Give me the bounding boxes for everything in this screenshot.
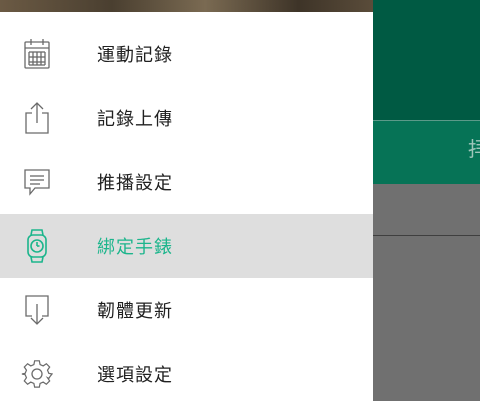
navigation-drawer: 運動記錄 記錄上傳 推播設定 綁定手錶 韌體更新 選項設定 — [0, 0, 373, 401]
download-icon — [20, 293, 54, 327]
tab-label-fragment: 拝 — [468, 137, 480, 161]
menu-item-option-settings[interactable]: 選項設定 — [0, 342, 373, 401]
menu-item-label: 推播設定 — [97, 173, 173, 194]
watch-icon — [20, 229, 54, 263]
menu-item-label: 運動記錄 — [97, 45, 173, 66]
drawer-header-image — [0, 0, 373, 12]
menu-item-label: 綁定手錶 — [97, 237, 173, 258]
gear-icon — [20, 357, 54, 391]
menu-item-bind-watch[interactable]: 綁定手錶 — [0, 214, 373, 278]
screen: 拝 運動記錄 記錄上傳 推播設定 綁定手錶 韌體更新 選項設定 — [0, 0, 480, 401]
menu-item-activity-records[interactable]: 運動記錄 — [0, 22, 373, 86]
content-divider — [372, 235, 480, 236]
menu-item-label: 選項設定 — [97, 365, 173, 386]
menu-item-label: 韌體更新 — [97, 301, 173, 322]
menu-item-record-upload[interactable]: 記錄上傳 — [0, 86, 373, 150]
share-upload-icon — [20, 101, 54, 135]
message-icon — [20, 165, 54, 199]
menu-item-label: 記錄上傳 — [97, 109, 173, 130]
drawer-menu: 運動記錄 記錄上傳 推播設定 綁定手錶 韌體更新 選項設定 — [0, 22, 373, 401]
calendar-icon — [20, 37, 54, 71]
menu-item-push-settings[interactable]: 推播設定 — [0, 150, 373, 214]
menu-item-firmware-update[interactable]: 韌體更新 — [0, 278, 373, 342]
